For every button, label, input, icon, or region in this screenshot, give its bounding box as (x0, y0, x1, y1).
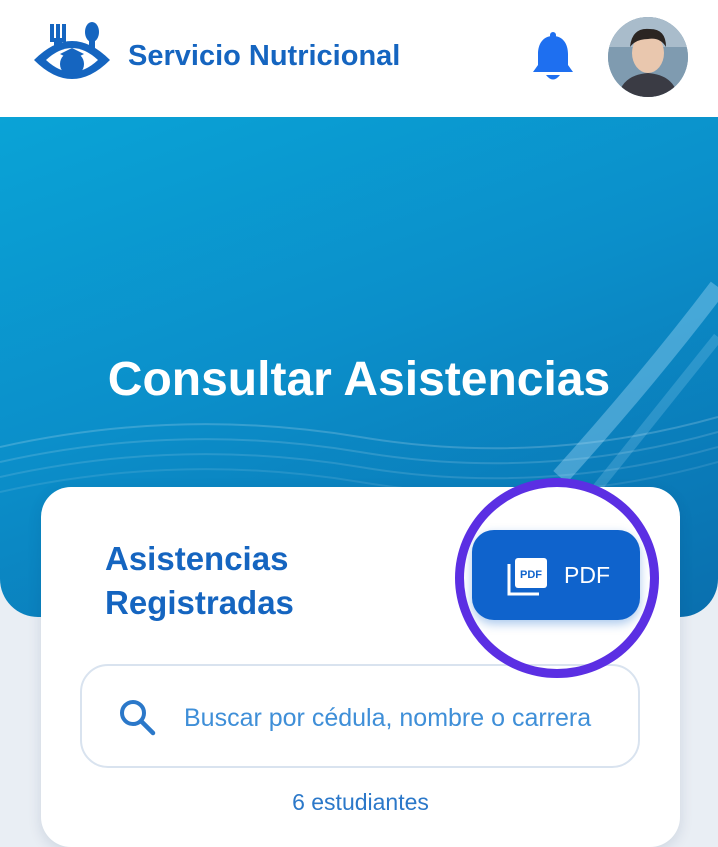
card-title: Asistencias Registradas (105, 540, 294, 621)
pdf-file-icon: PDF (507, 558, 547, 596)
page-title: Consultar Asistencias (107, 353, 611, 406)
search-icon (120, 700, 156, 736)
attendance-card: Asistencias Registradas PDF PDF 6 estudi… (41, 487, 680, 847)
school-dining-logo-icon (34, 22, 110, 79)
student-count: 6 estudiantes (292, 789, 429, 815)
pdf-button-label: PDF (564, 562, 610, 588)
bell-icon[interactable] (529, 32, 577, 82)
search-field[interactable] (80, 664, 640, 768)
app-bar: Servicio Nutricional (0, 0, 718, 117)
user-avatar[interactable] (608, 17, 688, 97)
pdf-icon-text: PDF (520, 569, 542, 581)
search-input[interactable] (182, 694, 606, 742)
export-pdf-button[interactable]: PDF PDF (472, 530, 640, 620)
app-title: Servicio Nutricional (128, 40, 401, 72)
